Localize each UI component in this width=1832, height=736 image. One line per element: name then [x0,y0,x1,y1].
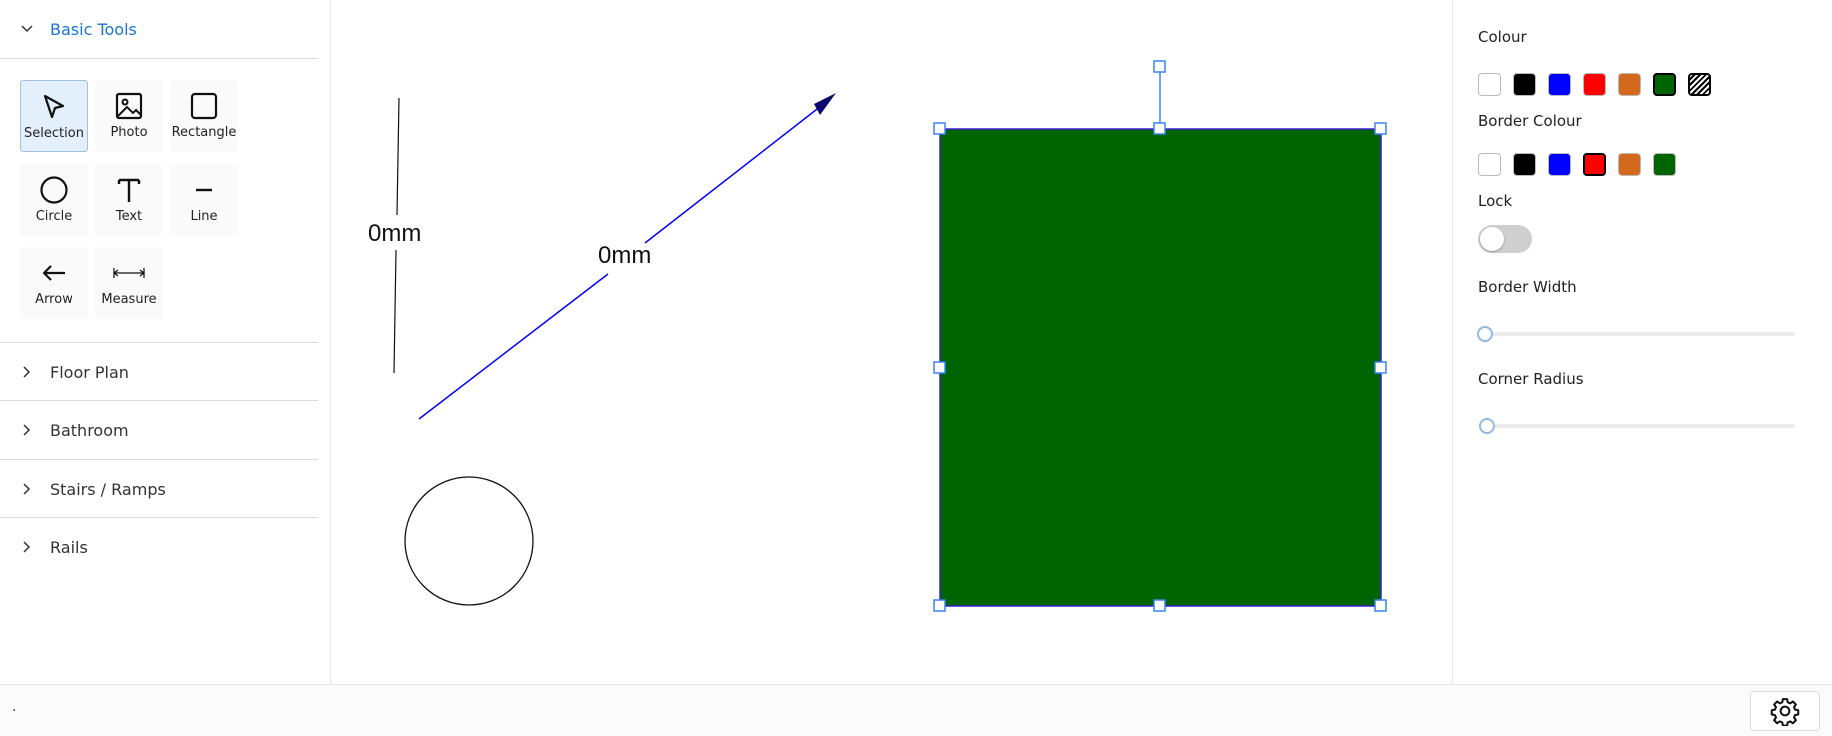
section-floor-plan[interactable]: Floor Plan [0,343,318,401]
border-swatch-blue[interactable] [1548,153,1571,176]
border-colour-label: Border Colour [1478,112,1582,130]
arrow-shaft[interactable] [418,273,609,420]
rotation-handle[interactable] [1153,60,1166,73]
corner-radius-slider[interactable] [1485,424,1795,428]
tool-label: Circle [35,209,73,224]
border-swatch-white[interactable] [1478,153,1501,176]
lock-toggle[interactable] [1478,225,1532,253]
resize-handle[interactable] [1153,122,1166,135]
divider [0,58,318,59]
measure-icon [113,268,145,278]
colour-swatch-orange[interactable] [1618,73,1641,96]
tool-measure[interactable]: Measure [95,247,163,319]
colour-swatch-black[interactable] [1513,73,1536,96]
colour-swatch-pattern[interactable] [1688,73,1711,96]
chevron-right-icon [23,366,31,378]
gear-icon [1770,698,1800,726]
tool-label: Arrow [35,292,73,307]
arrow-shaft[interactable] [644,105,822,244]
resize-handle[interactable] [1153,599,1166,612]
measure-line[interactable] [393,249,397,374]
circle-icon [40,176,68,204]
canvas-drawing: 0mm 0mm [368,60,1387,612]
border-swatch-orange[interactable] [1618,153,1641,176]
arrow-left-icon [42,265,65,281]
chevron-right-icon [23,424,31,436]
line-icon [196,188,212,192]
chevron-right-icon [23,483,31,495]
border-swatch-green[interactable] [1653,153,1676,176]
border-swatch-red[interactable] [1583,153,1606,176]
resize-handle[interactable] [933,122,946,135]
tool-label: Measure [101,292,157,307]
tool-selection[interactable]: Selection [20,80,88,152]
tool-label: Photo [110,125,148,140]
chevron-down-icon [21,25,33,33]
measure-label: 0mm [598,242,651,269]
tool-line[interactable]: Line [170,164,238,236]
tool-label: Line [190,209,218,224]
resize-handle[interactable] [1374,361,1387,374]
colour-swatch-white[interactable] [1478,73,1501,96]
section-rails[interactable]: Rails [0,518,318,576]
corner-radius-label: Corner Radius [1478,370,1584,388]
section-stairs-ramps[interactable]: Stairs / Ramps [0,460,318,518]
section-bathroom[interactable]: Bathroom [0,401,318,459]
tool-label: Selection [24,126,84,141]
tool-arrow[interactable]: Arrow [20,247,88,319]
tool-rectangle[interactable]: Rectangle [170,80,238,152]
image-icon [115,92,143,120]
rectangle-shape[interactable] [939,128,1382,607]
cursor-icon [43,94,65,119]
resize-handle[interactable] [1374,599,1387,612]
chevron-right-icon [23,541,31,553]
basic-tools-header[interactable]: Basic Tools [0,0,318,58]
section-label: Rails [50,537,88,557]
measure-label: 0mm [368,220,421,247]
toggle-knob [1480,227,1504,251]
arrowhead [814,93,836,115]
status-text: . [12,699,17,715]
tools-sidebar: Basic Tools Selection Photo Rectangle Ci… [0,0,331,684]
resize-handle[interactable] [933,599,946,612]
colour-swatch-green[interactable] [1653,73,1676,96]
colour-label: Colour [1478,28,1527,46]
tool-text[interactable]: Text [95,164,163,236]
basic-tools-label: Basic Tools [50,19,137,39]
border-width-slider-thumb[interactable] [1477,326,1493,342]
border-width-slider[interactable] [1485,332,1795,336]
tool-label: Text [115,209,143,224]
section-label: Floor Plan [50,362,129,382]
corner-radius-slider-thumb[interactable] [1479,418,1495,434]
tool-circle[interactable]: Circle [20,164,88,236]
section-label: Stairs / Ramps [50,479,166,499]
colour-swatch-blue[interactable] [1548,73,1571,96]
border-swatch-black[interactable] [1513,153,1536,176]
rectangle-icon [190,92,218,120]
section-label: Bathroom [50,420,129,440]
colour-swatch-red[interactable] [1583,73,1606,96]
lock-label: Lock [1478,192,1513,210]
measure-line[interactable] [396,97,400,216]
circle-shape[interactable] [404,476,534,606]
settings-button[interactable] [1750,691,1820,731]
properties-panel: Colour Border Colour Lock Border Width C… [1452,0,1832,684]
resize-handle[interactable] [933,361,946,374]
drawing-canvas[interactable]: 0mm 0mm [331,0,1451,684]
tool-label: Rectangle [171,125,237,140]
text-icon [117,178,141,202]
border-width-label: Border Width [1478,278,1577,296]
tool-photo[interactable]: Photo [95,80,163,152]
bottom-bar: . [0,684,1832,736]
resize-handle[interactable] [1374,122,1387,135]
